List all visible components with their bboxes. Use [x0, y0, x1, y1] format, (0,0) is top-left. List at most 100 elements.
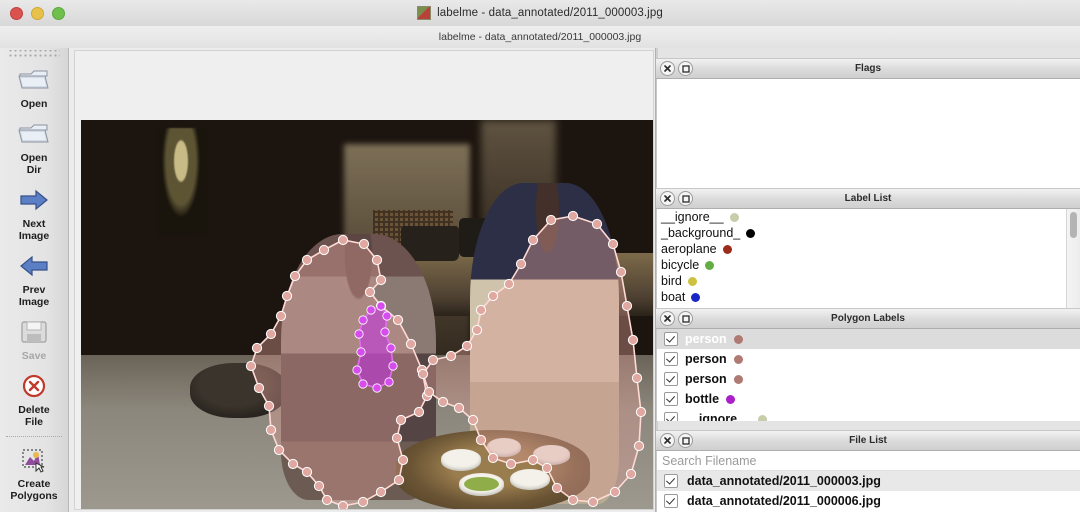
- minimize-button[interactable]: [31, 6, 44, 20]
- scene-bowl: [532, 445, 571, 465]
- toolbar-label-delete-file: Delete File: [18, 404, 50, 428]
- polygon-color-dot: [758, 414, 768, 421]
- label-color-dot: [691, 292, 701, 302]
- label-list-panel: Label List __ignore__ _background_ aerop…: [656, 188, 1080, 309]
- float-panel-icon[interactable]: [678, 433, 693, 448]
- close-panel-icon[interactable]: [660, 433, 675, 448]
- window-subtitle: labelme - data_annotated/2011_000003.jpg: [438, 31, 642, 43]
- label-list-item[interactable]: _background_: [657, 225, 1080, 241]
- file-list-row[interactable]: data_annotated/2011_000003.jpg: [657, 471, 1080, 491]
- polygon-label-text: bottle: [685, 392, 720, 406]
- toolbar-button-prev-image[interactable]: Prev Image: [0, 246, 68, 312]
- toolbar-button-create-polygons[interactable]: Create Polygons: [0, 440, 68, 506]
- arrow-right-icon: [17, 183, 51, 217]
- label-list-panel-title: Label List: [844, 193, 892, 204]
- close-button[interactable]: [10, 6, 23, 20]
- flags-panel: Flags: [656, 58, 1080, 189]
- flags-panel-title: Flags: [854, 63, 882, 74]
- label-list-item[interactable]: aeroplane: [657, 241, 1080, 257]
- file-checkbox[interactable]: [664, 494, 678, 508]
- file-name-text: data_annotated/2011_000006.jpg: [687, 494, 881, 508]
- delete-circle-icon: [21, 369, 47, 403]
- toolbar-label-save: Save: [21, 350, 47, 362]
- polygon-visibility-checkbox[interactable]: [664, 332, 678, 346]
- toolbar-button-next-image[interactable]: Next Image: [0, 180, 68, 246]
- float-panel-icon[interactable]: [678, 61, 693, 76]
- window-title: labelme - data_annotated/2011_000003.jpg: [437, 7, 663, 19]
- file-list-panel-body[interactable]: Search Filename data_annotated/2011_0000…: [656, 451, 1080, 512]
- window-titlebar: labelme - data_annotated/2011_000003.jpg: [0, 0, 1080, 27]
- toolbar-drag-handle[interactable]: [8, 50, 60, 59]
- toolbar-divider: [6, 436, 62, 437]
- canvas-viewport[interactable]: [74, 50, 654, 510]
- file-list-panel-header: File List: [656, 430, 1080, 451]
- traffic-lights: [10, 6, 65, 20]
- label-color-dot: [729, 212, 739, 222]
- close-panel-icon[interactable]: [660, 191, 675, 206]
- polygon-label-row[interactable]: person: [657, 349, 1080, 369]
- scene-bowl: [441, 449, 482, 471]
- label-list-panel-header: Label List: [656, 188, 1080, 209]
- search-filename-input[interactable]: Search Filename: [657, 451, 1080, 471]
- label-list-scrollbar[interactable]: [1066, 209, 1080, 309]
- float-panel-icon[interactable]: [678, 191, 693, 206]
- label-color-dot: [722, 244, 732, 254]
- polygon-labels-panel: Polygon Labels person person person bott…: [656, 308, 1080, 421]
- label-list-item[interactable]: bicycle: [657, 257, 1080, 273]
- label-color-dot: [746, 228, 756, 238]
- left-toolbar: Open Open Dir Next Image Prev Image Save…: [0, 48, 69, 512]
- main-body: Open Open Dir Next Image Prev Image Save…: [0, 48, 1080, 512]
- file-list-panel-title: File List: [849, 435, 887, 446]
- toolbar-button-save[interactable]: Save: [0, 312, 68, 366]
- polygon-label-text: person: [685, 352, 727, 366]
- annotated-image[interactable]: [81, 120, 653, 509]
- open-dir-folder-icon: [17, 117, 51, 151]
- zoom-button[interactable]: [52, 6, 65, 20]
- labelme-window: labelme - data_annotated/2011_000003.jpg…: [0, 0, 1080, 512]
- label-list-item-text: _background_: [661, 226, 741, 240]
- scrollbar-thumb[interactable]: [1070, 212, 1077, 238]
- open-folder-icon: [17, 63, 51, 97]
- label-color-dot: [687, 276, 697, 286]
- polygon-visibility-checkbox[interactable]: [664, 392, 678, 406]
- polygon-label-text: person: [685, 372, 727, 386]
- polygon-labels-panel-body[interactable]: person person person bottle __ignore__: [656, 329, 1080, 421]
- toolbar-label-next-image: Next Image: [18, 218, 50, 242]
- polygon-labels-panel-header: Polygon Labels: [656, 308, 1080, 329]
- polygon-color-dot: [733, 374, 743, 384]
- polygon-label-text: __ignore__: [685, 412, 752, 421]
- labelme-app-icon: [417, 6, 432, 20]
- file-checkbox[interactable]: [664, 474, 678, 488]
- label-list-panel-body[interactable]: __ignore__ _background_ aeroplane bicycl…: [656, 209, 1080, 309]
- label-color-dot: [705, 260, 715, 270]
- polygon-visibility-checkbox[interactable]: [664, 352, 678, 366]
- image-canvas-area[interactable]: [69, 48, 656, 512]
- flags-panel-header: Flags: [656, 58, 1080, 79]
- polygon-visibility-checkbox[interactable]: [664, 412, 678, 421]
- polygon-color-dot: [726, 394, 736, 404]
- right-dock: Flags Label List __ignore__ _background_…: [656, 48, 1080, 512]
- label-list-item[interactable]: boat: [657, 289, 1080, 305]
- polygon-label-row[interactable]: bottle: [657, 389, 1080, 409]
- file-list-row[interactable]: data_annotated/2011_000006.jpg: [657, 491, 1080, 511]
- close-panel-icon[interactable]: [660, 61, 675, 76]
- polygon-label-row[interactable]: person: [657, 329, 1080, 349]
- label-list-item-text: __ignore__: [661, 210, 724, 224]
- flags-panel-body[interactable]: [656, 79, 1080, 189]
- toolbar-button-open[interactable]: Open: [0, 60, 68, 114]
- label-list-item[interactable]: bird: [657, 273, 1080, 289]
- polygon-label-row[interactable]: __ignore__: [657, 409, 1080, 421]
- toolbar-label-open: Open: [20, 98, 48, 110]
- float-panel-icon[interactable]: [678, 311, 693, 326]
- label-list-item[interactable]: __ignore__: [657, 209, 1080, 225]
- toolbar-button-delete-file[interactable]: Delete File: [0, 366, 68, 432]
- polygon-label-row[interactable]: person: [657, 369, 1080, 389]
- close-panel-icon[interactable]: [660, 311, 675, 326]
- polygon-visibility-checkbox[interactable]: [664, 372, 678, 386]
- polygon-label-text: person: [685, 332, 727, 346]
- toolbar-button-open-dir[interactable]: Open Dir: [0, 114, 68, 180]
- window-subtitlebar: labelme - data_annotated/2011_000003.jpg: [0, 26, 1080, 49]
- label-list-item-text: bicycle: [661, 258, 700, 272]
- floppy-disk-icon: [19, 315, 49, 349]
- scene-stove: [189, 363, 287, 418]
